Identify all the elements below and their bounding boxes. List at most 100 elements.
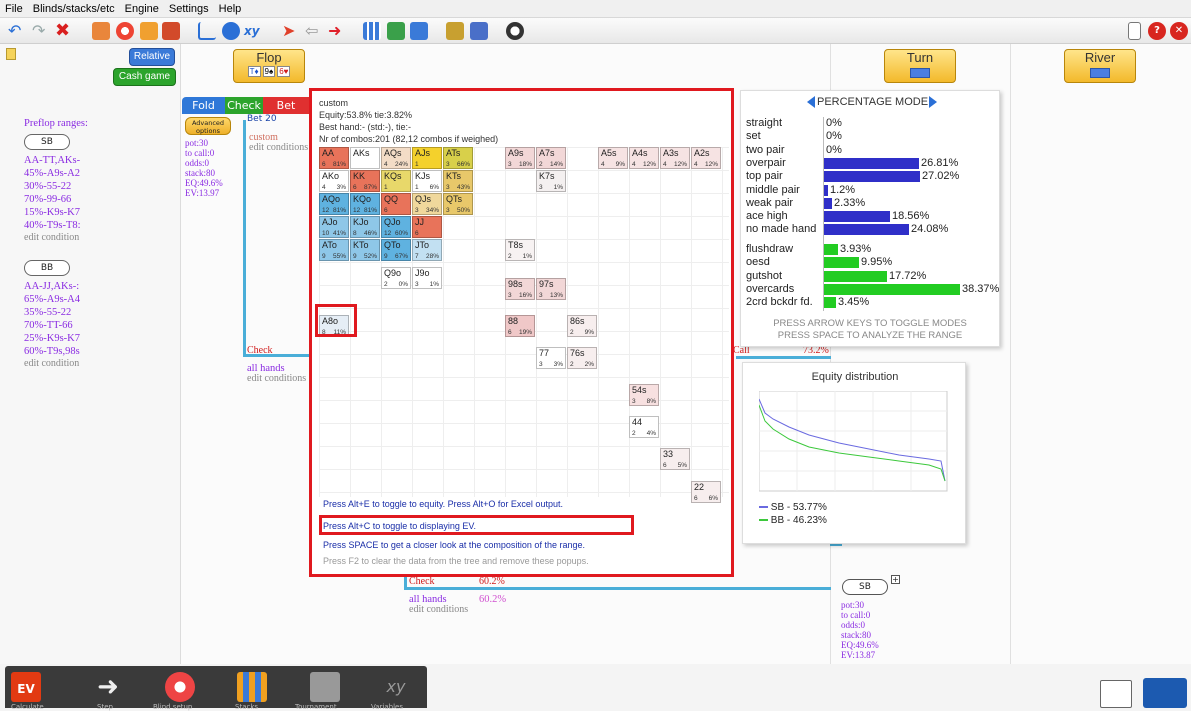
hand-cell[interactable]: KQs 1 (381, 170, 411, 192)
edit-conditions-link[interactable]: edit conditions (409, 604, 468, 615)
sb-edit-condition[interactable]: edit condition (24, 232, 81, 243)
menu-file[interactable]: File (0, 3, 28, 15)
hand-cell[interactable]: T8s 2 1% (505, 239, 535, 261)
lifebuoy-icon[interactable] (116, 22, 134, 40)
delete-icon[interactable]: ✖ (55, 22, 73, 40)
hand-cell[interactable]: AKs (350, 147, 380, 169)
bet-20-label[interactable]: Bet 20 (247, 114, 277, 124)
pct-right-arrow-icon[interactable] (929, 96, 937, 108)
page-icon[interactable] (1128, 22, 1141, 40)
help-icon[interactable]: ? (1148, 22, 1166, 40)
hand-cell[interactable]: 76s 2 2% (567, 347, 597, 370)
hand-cell[interactable]: A2s 4 12% (691, 147, 721, 169)
cards-icon[interactable] (162, 22, 180, 40)
hand-cell[interactable]: AJo 10 41% (319, 216, 349, 238)
arrow-red-icon[interactable]: ➜ (328, 22, 346, 40)
fold-tab[interactable]: Fold (182, 97, 225, 114)
hand-cell[interactable]: 33 6 5% (660, 448, 690, 471)
hand-cell[interactable]: 98s 3 16% (505, 278, 535, 301)
relative-button[interactable]: Relative (129, 48, 175, 66)
document-icon[interactable] (1100, 680, 1132, 708)
undo-icon[interactable]: ↶ (8, 22, 26, 40)
hand-cell[interactable]: J9o 3 1% (412, 266, 442, 289)
grid-icon[interactable] (363, 22, 381, 40)
redo-icon[interactable]: ↷ (32, 22, 50, 40)
hand-cell[interactable]: KTo 9 52% (350, 239, 380, 261)
hand-cell[interactable]: ATs 3 66% (443, 147, 473, 169)
hand-cell[interactable]: KJo 8 46% (350, 216, 380, 238)
check-node-label-2[interactable]: Check (409, 576, 435, 587)
hand-cell[interactable]: 97s 3 13% (536, 278, 566, 301)
river-button[interactable]: River (1064, 49, 1136, 83)
hand-cell[interactable]: Q9o 2 0% (381, 266, 411, 289)
hand-cell[interactable]: 22 6 6% (691, 480, 721, 503)
equity-distribution-panel[interactable]: Equity distribution SB - 53.77% BB - 46.… (742, 362, 966, 544)
calc-icon[interactable] (387, 22, 405, 40)
hand-cell[interactable]: A5s 4 9% (598, 147, 628, 169)
hand-cell[interactable]: A4s 4 12% (629, 147, 659, 169)
hand-cell[interactable]: KQo 12 81% (350, 193, 380, 215)
hand-cell[interactable]: KJs 1 6% (412, 170, 442, 192)
hand-cell[interactable]: AQo 12 81% (319, 193, 349, 215)
hand-cell[interactable]: 77 3 3% (536, 347, 566, 370)
expand-icon[interactable]: + (891, 575, 900, 584)
hand-cell[interactable]: QTs 3 50% (443, 193, 473, 215)
sb-node-turn[interactable]: SB (842, 579, 888, 595)
check-tab[interactable]: Check (225, 97, 263, 114)
bb-node[interactable]: BB (24, 260, 70, 276)
hand-cell[interactable]: QJs 3 34% (412, 193, 442, 215)
turn-button[interactable]: Turn (884, 49, 956, 83)
tournament-icon[interactable] (310, 672, 340, 702)
menu-blinds[interactable]: Blinds/stacks/etc (28, 3, 120, 15)
hand-cell[interactable]: JTo 7 28% (412, 239, 442, 261)
hand-cell[interactable]: 54s 3 8% (629, 383, 659, 406)
hand-cell[interactable]: AKo 4 3% (319, 170, 349, 192)
arrow-right-icon[interactable]: ➤ (282, 22, 300, 40)
scale-icon[interactable] (470, 22, 488, 40)
hand-cell[interactable]: 44 2 4% (629, 416, 659, 439)
save-icon[interactable] (1143, 678, 1187, 708)
chips-icon[interactable] (140, 22, 158, 40)
bet-tab[interactable]: Bet (263, 97, 309, 114)
hand-cell[interactable]: AA 6 81% (319, 147, 349, 169)
hand-cell[interactable]: QQ 6 (381, 193, 411, 215)
hand-cell[interactable]: 88 6 19% (505, 314, 535, 337)
menu-engine[interactable]: Engine (120, 3, 164, 15)
hand-cell[interactable]: KTs 3 43% (443, 170, 473, 192)
db-icon[interactable] (446, 22, 464, 40)
step-arrow-icon[interactable]: ➜ (93, 672, 123, 702)
chart-icon[interactable] (198, 22, 216, 40)
range-popup[interactable]: custom Equity:53.8% tie:3.82% Best hand:… (309, 88, 734, 577)
hand-cell[interactable]: A9s 3 18% (505, 147, 535, 169)
hand-matrix[interactable]: AA 6 81% AKs AQs 4 24% AJs 1 ATs 3 66% A9s 3 18% A7s 2 14… (319, 147, 729, 503)
bb-edit-condition[interactable]: edit condition (24, 358, 80, 369)
yinyang-icon[interactable] (506, 22, 524, 40)
xy-icon[interactable]: xy (244, 22, 262, 40)
hand-cell[interactable]: A7s 2 14% (536, 147, 566, 169)
hand-cell[interactable]: AQs 4 24% (381, 147, 411, 169)
blind-setup-icon[interactable] (165, 672, 195, 702)
stacks-icon[interactable] (237, 672, 267, 702)
pct-left-arrow-icon[interactable] (807, 96, 815, 108)
hand-cell[interactable]: JJ 6 (412, 216, 442, 238)
refresh-icon[interactable] (222, 22, 240, 40)
hand-cell[interactable]: AJs 1 (412, 147, 442, 169)
check-node-label[interactable]: Check (247, 345, 273, 356)
xy-variables-icon[interactable]: xy (381, 672, 411, 702)
hand-icon[interactable] (92, 22, 110, 40)
cash-game-button[interactable]: Cash game (113, 68, 176, 86)
arrow-left-icon[interactable]: ⇦ (305, 22, 323, 40)
percentage-mode-panel[interactable]: PERCENTAGE MODE straight 0% set 0% two pair 0… (740, 90, 1000, 347)
close-icon[interactable]: ✕ (1170, 22, 1188, 40)
calculate-ev-icon[interactable]: EV (11, 672, 41, 702)
hand-cell[interactable]: A3s 4 12% (660, 147, 690, 169)
hand-cell[interactable]: QJo 12 60% (381, 216, 411, 238)
notes-icon[interactable] (6, 48, 16, 60)
edit-conditions-link[interactable]: edit conditions (249, 142, 308, 153)
hand-cell[interactable]: QTo 9 67% (381, 239, 411, 261)
hand-cell[interactable]: KK 6 87% (350, 170, 380, 192)
menu-settings[interactable]: Settings (164, 3, 214, 15)
edit-conditions-link[interactable]: edit conditions (247, 373, 306, 384)
hand-cell[interactable]: ATo 9 55% (319, 239, 349, 261)
hand-cell[interactable]: K7s 3 1% (536, 170, 566, 192)
